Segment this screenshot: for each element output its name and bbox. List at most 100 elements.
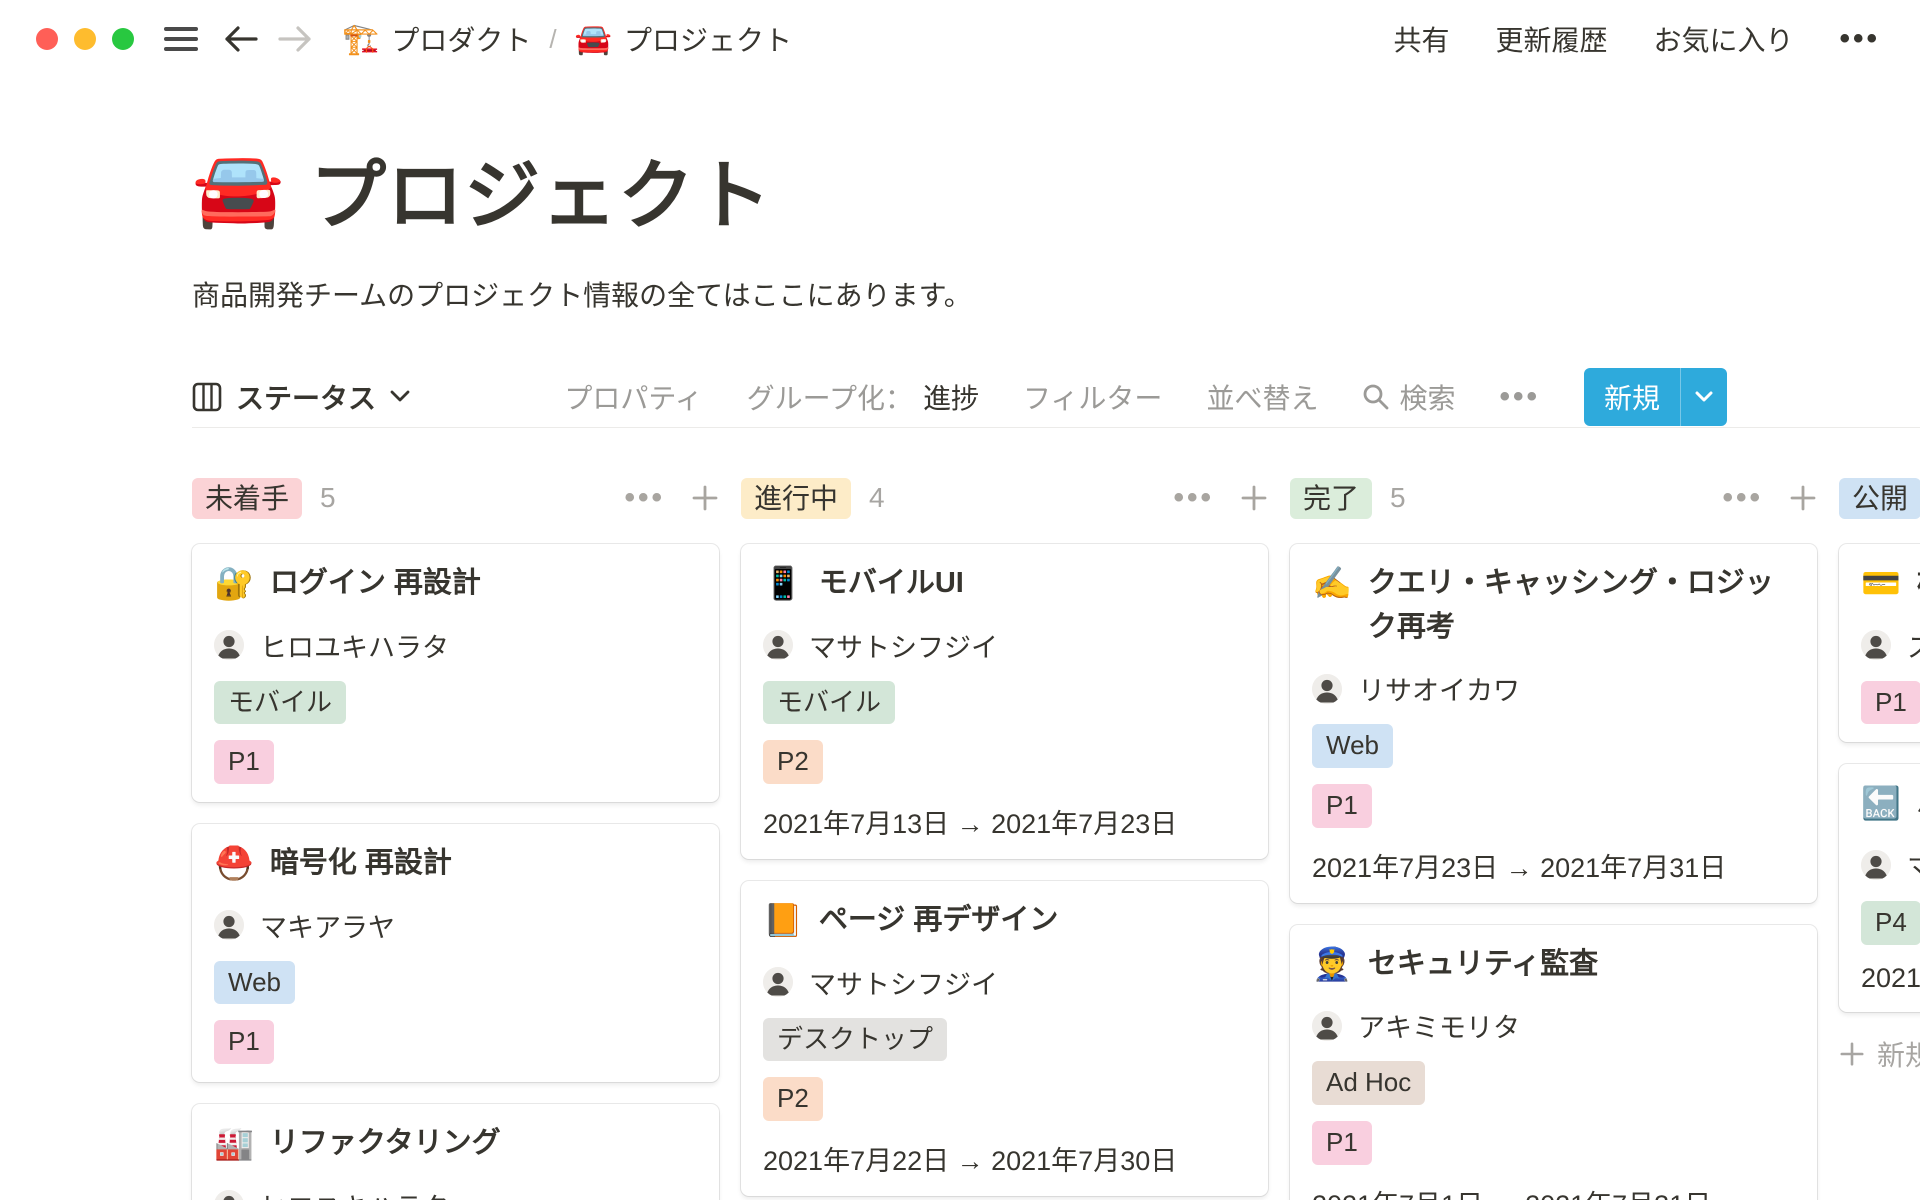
project-card[interactable]: 🔐 ログイン 再設計 ヒロユキハラタ モバイルP1 xyxy=(192,544,719,802)
project-card[interactable]: 📙 ページ 再デザイン マサトシフジイ デスクトップP2 2021年7月22日 … xyxy=(741,881,1268,1196)
board-column: 公開 ••• 💳 株 ス P1 🔙 バ xyxy=(1839,478,1920,1170)
project-card[interactable]: 📱 モバイルUI マサトシフジイ モバイルP2 2021年7月13日 → 202… xyxy=(741,544,1268,859)
traffic-lights xyxy=(36,28,134,50)
assignee-name: マサトシフジイ xyxy=(809,963,998,1002)
card-assignee: アキミモリタ xyxy=(1312,1006,1795,1045)
assignee-name: ス xyxy=(1907,626,1920,665)
page-head: 🚘 プロジェクト 商品開発チームのプロジェクト情報の全てはここにあります。 xyxy=(192,134,1920,314)
forward-arrow-icon[interactable] xyxy=(278,25,312,53)
page-icon-car-emoji[interactable]: 🚘 xyxy=(192,152,284,226)
filter-button[interactable]: フィルター xyxy=(1023,377,1162,417)
card-tag: Web xyxy=(214,961,295,1005)
project-card[interactable]: 🏭 リファクタリング ヒロユキハラタ Ad HocP1 xyxy=(192,1104,719,1200)
sort-button[interactable]: 並べ替え xyxy=(1206,377,1318,417)
back-arrow-icon[interactable] xyxy=(224,25,258,53)
view-toolbar: ステータス プロパティ グループ化： 進捗 フィルター 並べ替え 検索 ••• … xyxy=(192,366,1920,428)
project-card[interactable]: ⛑️ 暗号化 再設計 マキアラヤ WebP1 xyxy=(192,824,719,1082)
card-assignee: マサトシフジイ xyxy=(763,626,1246,665)
card-assignee: マサトシフジイ xyxy=(763,963,1246,1002)
card-title-text: 暗号化 再設計 xyxy=(270,842,452,886)
card-title-row: 🏭 リファクタリング xyxy=(214,1122,697,1166)
card-tag-row: P1 xyxy=(1312,768,1795,828)
updates-button[interactable]: 更新履歴 xyxy=(1495,19,1607,59)
column-add-card-icon[interactable] xyxy=(1789,484,1817,512)
card-assignee: ス xyxy=(1861,626,1920,665)
column-more-options-icon[interactable]: ••• xyxy=(1173,481,1214,515)
column-status-badge[interactable]: 公開 xyxy=(1839,478,1920,519)
breadcrumb-item-product[interactable]: 🏗️ プロダクト xyxy=(342,19,531,59)
card-emoji-icon: ✍️ xyxy=(1312,562,1352,649)
close-window-button[interactable] xyxy=(36,28,58,50)
view-more-options-icon[interactable]: ••• xyxy=(1499,380,1540,414)
card-tag-row: Web xyxy=(214,945,697,1005)
project-card[interactable]: 💳 株 ス P1 xyxy=(1839,544,1920,742)
card-tag: P1 xyxy=(1312,1121,1372,1165)
card-tags: デスクトップ P2 xyxy=(763,1002,1246,1122)
column-add-card-icon[interactable] xyxy=(691,484,719,512)
card-emoji-icon: 📙 xyxy=(763,899,803,943)
card-emoji-icon: 💳 xyxy=(1861,562,1901,606)
page-title[interactable]: 🚘 プロジェクト xyxy=(192,134,1920,244)
column-more-options-icon[interactable]: ••• xyxy=(1722,481,1763,515)
breadcrumb-item-project[interactable]: 🚘 プロジェクト xyxy=(575,19,792,59)
add-new-card-button[interactable]: 新規 xyxy=(1839,1034,1920,1074)
column-status-badge[interactable]: 未着手 xyxy=(192,478,302,519)
column-status-badge[interactable]: 完了 xyxy=(1290,478,1372,519)
new-button-label[interactable]: 新規 xyxy=(1584,368,1680,426)
column-header: 未着手 5 ••• xyxy=(192,478,719,518)
card-tag-row: P1 xyxy=(214,724,697,784)
properties-button[interactable]: プロパティ xyxy=(564,377,702,417)
column-cards: 📱 モバイルUI マサトシフジイ モバイルP2 2021年7月13日 → 202… xyxy=(741,544,1268,1200)
card-title-text: モバイルUI xyxy=(819,562,964,606)
board: 未着手 5 ••• 🔐 ログイン 再設計 ヒロユキハラタ モバイルP1 ⛑️ xyxy=(192,428,1920,1170)
assignee-name: ヒロユキハラタ xyxy=(260,626,449,665)
zoom-window-button[interactable] xyxy=(112,28,134,50)
column-add-card-icon[interactable] xyxy=(1240,484,1268,512)
column-more-options-icon[interactable]: ••• xyxy=(624,481,665,515)
new-button[interactable]: 新規 xyxy=(1584,368,1727,426)
group-by-value: 進捗 xyxy=(923,377,979,417)
card-title-text: ページ 再デザイン xyxy=(819,899,1058,943)
board-column: 未着手 5 ••• 🔐 ログイン 再設計 ヒロユキハラタ モバイルP1 ⛑️ xyxy=(192,478,719,1170)
card-tag: P2 xyxy=(763,1077,823,1121)
card-date-range: 2021年7月23日 → 2021年7月31日 xyxy=(1312,846,1795,885)
card-tag: P1 xyxy=(1861,681,1920,725)
card-title-text: セキュリティ監査 xyxy=(1368,943,1598,987)
page-title-text[interactable]: プロジェクト xyxy=(310,134,772,244)
card-tag: P1 xyxy=(1312,784,1372,828)
minimize-window-button[interactable] xyxy=(74,28,96,50)
card-tags: P1 xyxy=(1861,665,1920,725)
assignee-name: マキアラヤ xyxy=(260,906,395,945)
card-assignee: マキアラヤ xyxy=(214,906,697,945)
sidebar-menu-icon[interactable] xyxy=(164,26,198,52)
favorite-button[interactable]: お気に入り xyxy=(1653,19,1793,59)
board-column: 完了 5 ••• ✍️ クエリ・キャッシング・ロジック再考 リサオイカワ Web… xyxy=(1290,478,1817,1170)
window-topbar: 🏗️ プロダクト / 🚘 プロジェクト 共有 更新履歴 お気に入り ••• xyxy=(0,0,1920,78)
card-tag-row: Ad Hoc xyxy=(1312,1045,1795,1105)
column-status-badge[interactable]: 進行中 xyxy=(741,478,851,519)
new-button-chevron-icon[interactable] xyxy=(1681,368,1727,426)
assignee-avatar xyxy=(763,630,793,660)
project-card[interactable]: ✍️ クエリ・キャッシング・ロジック再考 リサオイカワ WebP1 2021年7… xyxy=(1290,544,1817,903)
share-button[interactable]: 共有 xyxy=(1393,19,1449,59)
more-options-icon[interactable]: ••• xyxy=(1839,22,1880,56)
page-description[interactable]: 商品開発チームのプロジェクト情報の全てはここにあります。 xyxy=(192,274,1920,314)
card-tag-row: デスクトップ xyxy=(763,1002,1246,1062)
view-tab-status[interactable]: ステータス xyxy=(192,377,410,417)
card-emoji-icon: 🏭 xyxy=(214,1122,254,1166)
search-button[interactable]: 検索 xyxy=(1362,377,1455,417)
column-cards: ✍️ クエリ・キャッシング・ロジック再考 リサオイカワ WebP1 2021年7… xyxy=(1290,544,1817,1200)
card-tags: モバイルP1 xyxy=(214,665,697,785)
card-title-row: 🔐 ログイン 再設計 xyxy=(214,562,697,606)
card-title-row: ⛑️ 暗号化 再設計 xyxy=(214,842,697,886)
assignee-name: アキミモリタ xyxy=(1358,1006,1520,1045)
card-assignee: ヒロユキハラタ xyxy=(214,626,697,665)
project-card[interactable]: 🔙 バ マ P4 2021 xyxy=(1839,764,1920,1011)
card-tags: P4 xyxy=(1861,885,1920,945)
chevron-down-icon xyxy=(390,390,410,403)
project-card[interactable]: 👮 セキュリティ監査 アキミモリタ Ad HocP1 2021年7月1日 → 2… xyxy=(1290,925,1817,1200)
card-tag-row: Web xyxy=(1312,708,1795,768)
board-column: 進行中 4 ••• 📱 モバイルUI マサトシフジイ モバイルP2 2021年7… xyxy=(741,478,1268,1170)
card-tag-row: P1 xyxy=(1861,665,1920,725)
group-by-button[interactable]: グループ化： 進捗 xyxy=(747,377,979,417)
